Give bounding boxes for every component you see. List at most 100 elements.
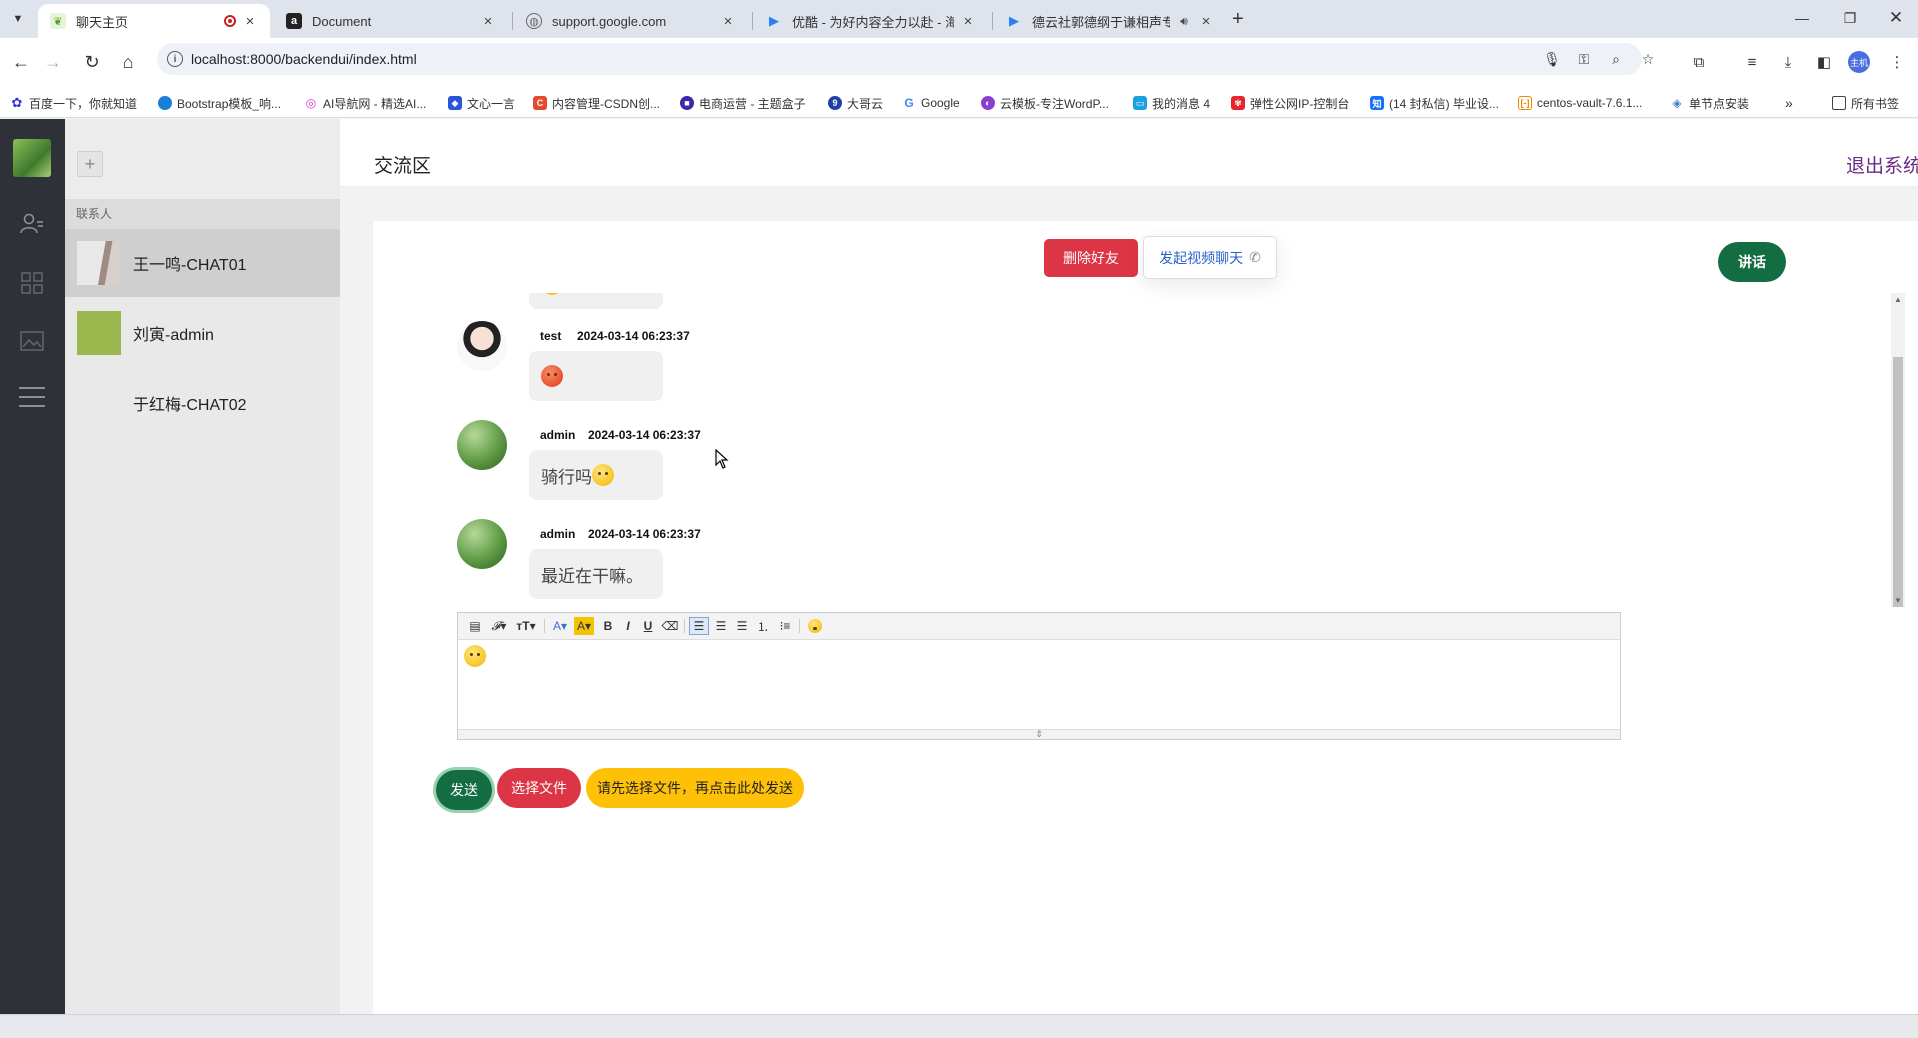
align-right-icon[interactable]: ☰	[733, 617, 751, 635]
all-bookmarks[interactable]: 所有书签	[1832, 94, 1899, 112]
bookmark-ecommerce[interactable]: ■ 电商运营 - 主题盒子	[680, 94, 806, 112]
smile-emoji-icon	[541, 293, 563, 295]
address-bar[interactable]: i localhost:8000/backendui/index.html 🎙︎…	[157, 43, 1654, 75]
video-call-button[interactable]: 发起视频聊天 ✆	[1143, 236, 1277, 279]
back-arrow-icon[interactable]: ←	[10, 51, 32, 73]
contact-avatar	[77, 311, 121, 355]
scroll-thumb[interactable]	[1893, 357, 1903, 607]
bookmark-csdn[interactable]: C 内容管理-CSDN创...	[533, 94, 660, 112]
speaker-icon[interactable]: 🔊︎	[1176, 13, 1192, 29]
underline-icon[interactable]: U	[640, 617, 656, 635]
talk-button[interactable]: 讲话	[1718, 242, 1786, 282]
delete-friend-button[interactable]: 删除好友	[1044, 239, 1138, 277]
reload-icon[interactable]: ↻	[81, 51, 103, 73]
bookmark-google[interactable]: G Google	[902, 94, 960, 112]
font-family-icon[interactable]: 𝓕▾	[488, 617, 510, 635]
password-key-icon[interactable]: ⚿	[1575, 50, 1593, 68]
bookmark-yunmuban[interactable]: ◐ 云模板-专注WordP...	[981, 94, 1109, 112]
tab-youku[interactable]: ▶ 优酷 - 为好内容全力以赴 - 海量 ×	[754, 4, 988, 38]
phone-icon: ✆	[1249, 249, 1261, 265]
italic-icon[interactable]: I	[620, 617, 636, 635]
upload-file-button[interactable]: 请先选择文件，再点击此处发送	[586, 768, 804, 808]
bookmark-dage-cloud[interactable]: 9 大哥云	[828, 94, 883, 112]
paw-icon: ✿	[10, 95, 24, 110]
editor-resize-handle[interactable]: ⇕	[458, 729, 1620, 739]
editor-content[interactable]	[464, 645, 486, 667]
user-list-icon[interactable]	[19, 211, 45, 237]
emoji-picker-icon[interactable]	[806, 617, 824, 635]
eraser-icon[interactable]: ⌫	[661, 617, 679, 635]
contact-item[interactable]: 于红梅-CHAT02	[65, 369, 340, 437]
toolbar-divider	[544, 619, 545, 633]
more-bookmarks-chevron-icon[interactable]: »	[1785, 94, 1793, 112]
message-text: 骑行吗	[541, 467, 592, 487]
contact-item[interactable]: 王一鸣-CHAT01	[65, 229, 340, 297]
bookmark-bootstrap[interactable]: Bootstrap模板_响...	[158, 94, 281, 112]
send-button[interactable]: 发送	[436, 770, 492, 810]
apps-grid-icon[interactable]	[19, 270, 45, 296]
logout-link[interactable]: 退出系统	[1846, 151, 1918, 178]
scroll-up-arrow-icon[interactable]: ▲	[1894, 295, 1902, 304]
tab-deyunshe[interactable]: ▶ 德云社郭德纲于谦相声专场 🔊︎ ×	[994, 4, 1226, 38]
menu-hamburger-icon[interactable]	[19, 384, 45, 410]
highlight-color-icon[interactable]: A▾	[574, 617, 594, 635]
align-left-icon[interactable]: ☰	[689, 617, 709, 635]
close-tab-icon[interactable]: ×	[1198, 13, 1214, 30]
choose-file-button[interactable]: 选择文件	[497, 768, 581, 808]
minimize-icon[interactable]: —	[1792, 8, 1812, 28]
side-panel-icon[interactable]: ◧	[1813, 51, 1835, 73]
add-contact-button[interactable]: +	[77, 151, 103, 177]
source-code-icon[interactable]: ▤	[466, 617, 484, 635]
bookmark-baidu[interactable]: ✿ 百度一下，你就知道	[10, 94, 137, 112]
bold-icon[interactable]: B	[600, 617, 616, 635]
close-window-icon[interactable]: ✕	[1886, 8, 1906, 28]
image-icon[interactable]	[19, 328, 45, 354]
zoom-icon[interactable]: ⌕	[1607, 50, 1625, 68]
my-avatar[interactable]	[13, 139, 51, 177]
more-menu-icon[interactable]: ⋮	[1886, 51, 1908, 73]
tab-chat-home[interactable]: ❦ 聊天主页 ×	[38, 4, 270, 38]
bullet-list-icon[interactable]: ⁝≡	[776, 617, 794, 635]
bookmark-wenxin[interactable]: ◆ 文心一言	[448, 94, 515, 112]
restore-window-icon[interactable]: ❐	[1840, 8, 1860, 28]
forward-arrow-icon[interactable]: →	[42, 51, 64, 73]
close-tab-icon[interactable]: ×	[242, 13, 258, 30]
close-tab-icon[interactable]: ×	[480, 13, 496, 30]
bookmark-single-node[interactable]: ◈ 单节点安装	[1670, 94, 1749, 112]
bookmark-eip-console[interactable]: ✾ 弹性公网IP-控制台	[1231, 94, 1349, 112]
bookmark-zhihu[interactable]: 知 (14 封私信) 毕业设...	[1370, 94, 1499, 112]
site-info-icon[interactable]: i	[167, 51, 183, 67]
tab-divider	[752, 12, 753, 30]
tab-document[interactable]: a Document ×	[274, 4, 508, 38]
bookmark-ai-nav[interactable]: ◎ AI导航网 - 精选AI...	[304, 94, 426, 112]
new-tab-plus-icon[interactable]: +	[1232, 9, 1244, 29]
profile-avatar[interactable]: 主机	[1848, 51, 1870, 73]
folder-icon	[1832, 96, 1846, 110]
close-tab-icon[interactable]: ×	[960, 13, 976, 30]
contacts-panel: + 联系人 王一鸣-CHAT01 刘寅-admin 于红梅-CHAT02	[65, 119, 340, 1014]
close-tab-icon[interactable]: ×	[720, 13, 736, 30]
tab-search-chevron-icon[interactable]: ▼	[8, 9, 28, 29]
sender-name: admin	[540, 527, 576, 541]
ordered-list-icon[interactable]: ⒈	[754, 617, 772, 635]
scroll-down-arrow-icon[interactable]: ▼	[1894, 596, 1902, 605]
microphone-icon[interactable]: 🎙︎	[1543, 50, 1561, 68]
contact-item[interactable]: 刘寅-admin	[65, 299, 340, 367]
home-icon[interactable]: ⌂	[117, 51, 139, 73]
recording-icon	[224, 15, 236, 27]
font-size-icon[interactable]: тT▾	[514, 617, 538, 635]
message-time: 2024-03-14 06:23:37	[588, 428, 701, 442]
url-text[interactable]: localhost:8000/backendui/index.html	[191, 51, 417, 67]
download-icon[interactable]: ⤓	[1777, 51, 1799, 73]
bookmark-messages[interactable]: ▭ 我的消息 4	[1133, 94, 1210, 112]
tab-support-google[interactable]: ◍ support.google.com ×	[514, 4, 748, 38]
bookmark-star-icon[interactable]: ☆	[1639, 50, 1657, 68]
media-control-icon[interactable]: ≡	[1741, 51, 1763, 73]
message-scrollbar[interactable]: ▲ ▼	[1891, 293, 1905, 607]
document-favicon-icon: a	[286, 13, 302, 29]
font-color-icon[interactable]: A▾	[550, 617, 570, 635]
bookmark-centos[interactable]: [-] centos-vault-7.6.1...	[1518, 94, 1642, 112]
align-center-icon[interactable]: ☰	[712, 617, 730, 635]
extensions-puzzle-icon[interactable]: ⧉	[1688, 51, 1710, 73]
smile-emoji-icon	[592, 464, 614, 486]
